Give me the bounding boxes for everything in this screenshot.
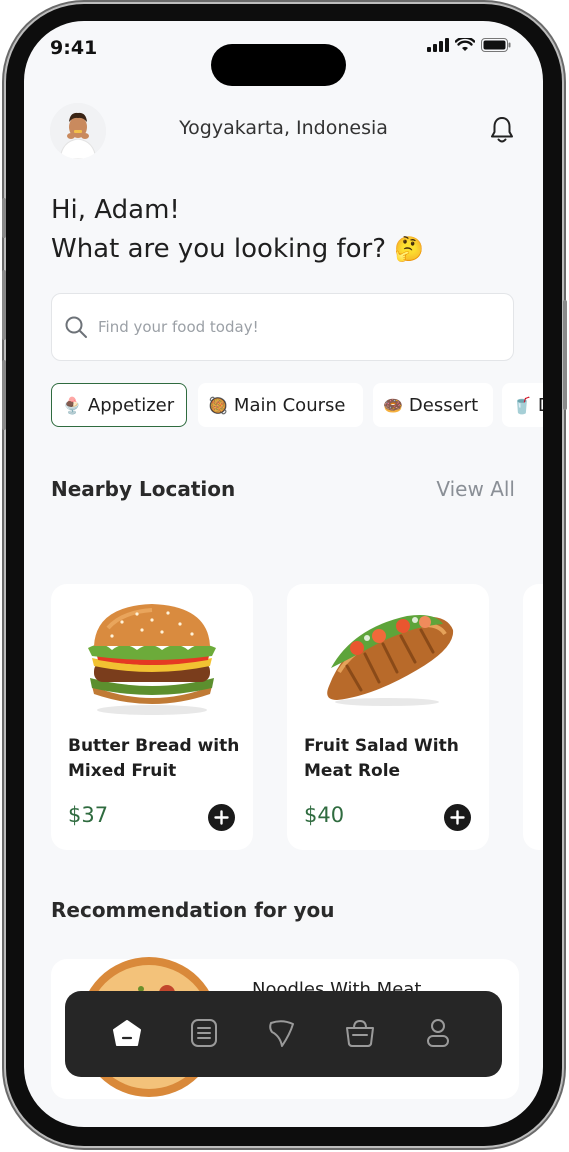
nav-map[interactable]: [265, 1016, 299, 1050]
nav-home[interactable]: [110, 1016, 144, 1050]
status-icons: [427, 38, 511, 52]
food-card[interactable]: Butter Bread with Mixed Fruit $37: [51, 584, 253, 850]
volume-down-button: [2, 360, 6, 430]
category-chips: 🍨 Appetizer 🥘 Main Course 🍩 Dessert 🥤 D: [51, 383, 543, 429]
profile-icon: [427, 1019, 449, 1047]
header: Yogyakarta, Indonesia: [24, 101, 543, 159]
nav-profile[interactable]: [421, 1016, 455, 1050]
basket-icon: [346, 1019, 374, 1047]
battery-icon: [481, 38, 511, 52]
donut-icon: 🍩: [383, 395, 403, 415]
nearby-section-title: Nearby Location: [51, 477, 236, 501]
wifi-icon: [455, 38, 475, 51]
search-icon: [65, 316, 87, 338]
category-label: Appetizer: [87, 394, 175, 416]
food-name: Fruit Salad With Meat Role: [304, 736, 459, 781]
home-icon: [113, 1020, 141, 1046]
current-location[interactable]: Yogyakarta, Indonesia: [24, 117, 543, 139]
category-label: Main Course: [233, 394, 346, 416]
food-price: $37: [68, 803, 109, 827]
search-placeholder: Find your food today!: [98, 318, 259, 336]
mute-switch: [2, 198, 6, 238]
recommendation-section-title: Recommendation for you: [51, 898, 335, 922]
notification-bell-icon[interactable]: [489, 115, 515, 149]
menu-list-icon: [191, 1019, 217, 1047]
question-text: What are you looking for?: [51, 234, 387, 264]
category-chip-appetizer[interactable]: 🍨 Appetizer: [51, 383, 187, 427]
food-bowl-icon: 🥘: [208, 395, 228, 415]
search-input[interactable]: Find your food today!: [51, 293, 514, 361]
drink-icon: 🥤: [512, 395, 532, 415]
category-chip-dessert[interactable]: 🍩 Dessert: [373, 383, 493, 427]
thinking-emoji-icon: 🤔: [394, 235, 424, 263]
plus-icon: [214, 810, 229, 825]
plus-icon: [450, 810, 465, 825]
view-all-link[interactable]: View All: [436, 477, 515, 501]
map-pin-icon: [269, 1020, 294, 1047]
category-label: D: [538, 395, 543, 416]
food-card[interactable]: Fruit Salad With Meat Role $40: [287, 584, 489, 850]
category-label: Dessert: [408, 394, 479, 416]
burger-image: [88, 604, 216, 715]
app-screen: 9:41 Yogyakarta, Indonesia Hi, Adam! Wha…: [24, 21, 543, 1127]
food-card-partial[interactable]: [523, 584, 543, 850]
category-chip-drinks[interactable]: 🥤 D: [502, 383, 543, 427]
greeting-question: What are you looking for? 🤔: [51, 234, 424, 264]
add-to-cart-button[interactable]: [208, 804, 235, 831]
ice-cream-icon: 🍨: [62, 395, 82, 415]
croissant-sandwich-image: [327, 615, 454, 706]
nav-menu[interactable]: [187, 1016, 221, 1050]
bottom-navigation: [65, 991, 502, 1077]
food-price: $40: [304, 803, 345, 827]
power-button: [563, 300, 567, 410]
nav-basket[interactable]: [343, 1016, 377, 1050]
category-chip-main-course[interactable]: 🥘 Main Course: [198, 383, 363, 427]
food-name: Butter Bread with Mixed Fruit: [68, 736, 240, 781]
status-time: 9:41: [50, 37, 98, 59]
dynamic-island: [211, 44, 346, 86]
add-to-cart-button[interactable]: [444, 804, 471, 831]
signal-icon: [427, 38, 449, 52]
greeting-text: Hi, Adam!: [51, 195, 180, 225]
volume-up-button: [2, 270, 6, 340]
